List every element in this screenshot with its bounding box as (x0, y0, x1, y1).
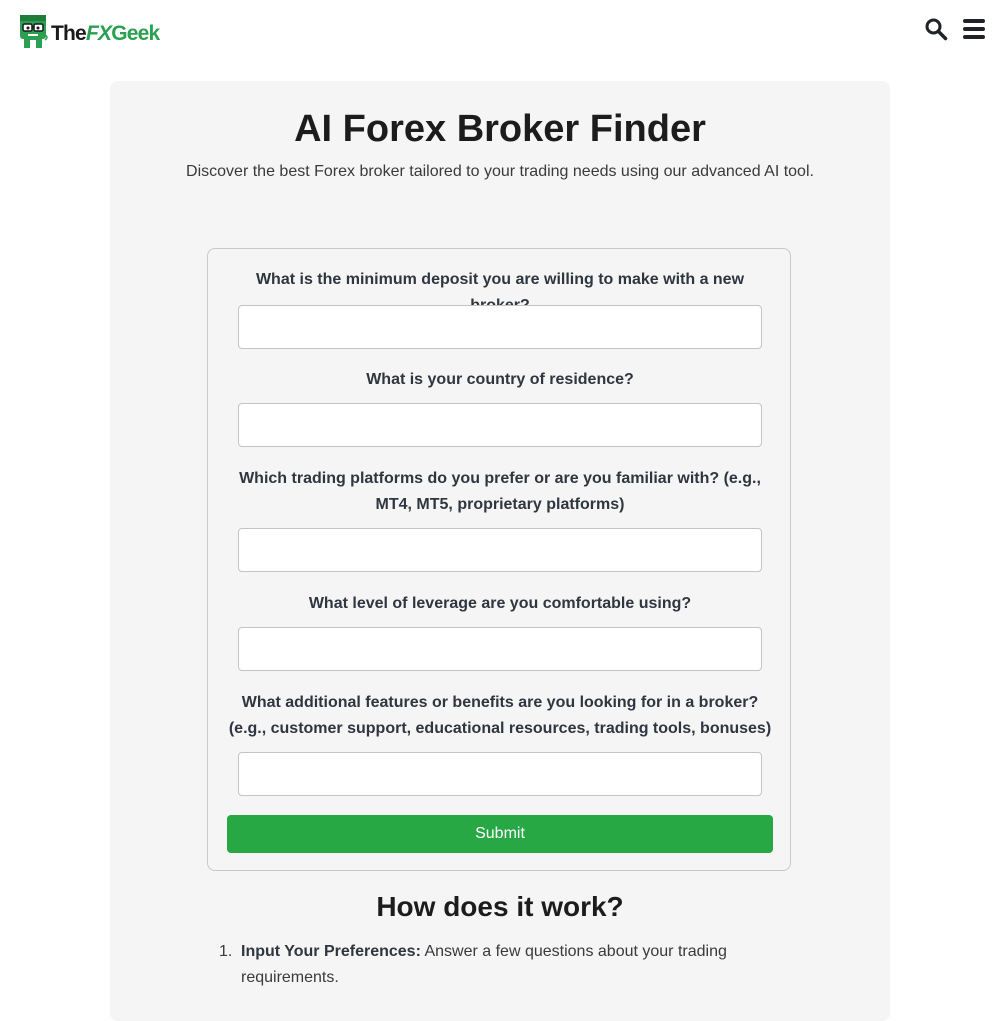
logo-text-geek: Geek (111, 21, 160, 45)
page-title: AI Forex Broker Finder (294, 108, 706, 150)
question-leverage-label: What level of leverage are you comfortab… (308, 595, 692, 612)
search-button[interactable] (923, 16, 949, 42)
logo-text-fx: FX (85, 21, 112, 45)
how-it-works-heading: How does it work? (376, 891, 624, 922)
hamburger-menu-icon (963, 19, 985, 39)
geek-mascot-icon (20, 14, 48, 48)
logo-wordmark: TheFXGeek (51, 21, 160, 45)
step-title: Input Your Preferences: (241, 943, 421, 960)
how-it-works-steps: 1. Input Your Preferences: Answer a few … (219, 939, 761, 991)
country-input[interactable] (238, 403, 762, 447)
minimum-deposit-input[interactable] (238, 305, 762, 349)
menu-button[interactable] (961, 16, 987, 42)
question-platforms-label: Which trading platforms do you prefer or… (239, 470, 761, 513)
submit-button[interactable]: Submit (227, 815, 773, 853)
logo-text-the: The (51, 21, 87, 45)
site-logo[interactable]: TheFXGeek (18, 12, 160, 50)
step-item: 1. Input Your Preferences: Answer a few … (219, 939, 761, 991)
question-features-label: What additional features or benefits are… (228, 694, 772, 737)
platforms-input[interactable] (238, 528, 762, 572)
step-number: 1. (219, 943, 233, 960)
leverage-input[interactable] (238, 627, 762, 671)
features-input[interactable] (238, 752, 762, 796)
site-header: TheFXGeek (0, 0, 1000, 66)
search-icon (925, 18, 948, 41)
question-country-label: What is your country of residence? (366, 371, 634, 388)
page-subtitle: Discover the best Forex broker tailored … (186, 163, 814, 180)
